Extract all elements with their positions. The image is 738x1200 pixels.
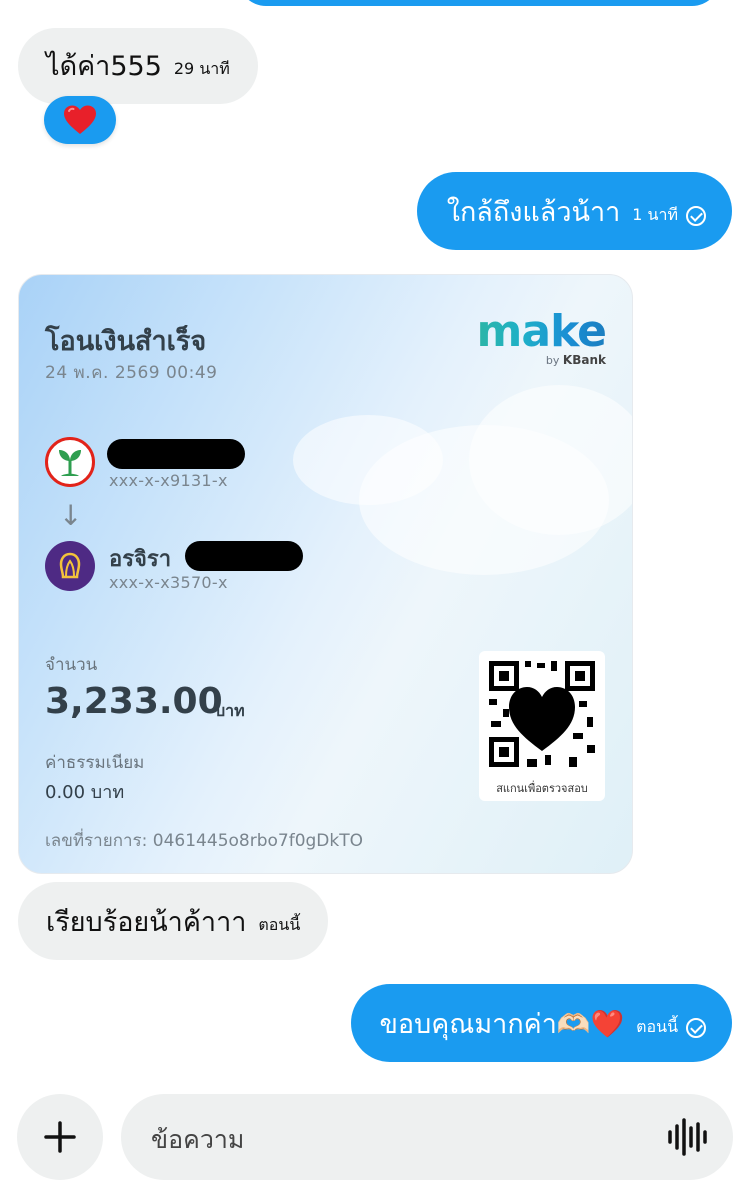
message-text: ใกล้ถึงแล้วน้าา <box>446 197 621 228</box>
make-by-kbank-logo: make by KBank <box>476 306 607 368</box>
redacted-sender-name <box>107 439 245 469</box>
receiver-account-number: xxx-x-x3570-x <box>109 573 228 592</box>
amount-label: จำนวน <box>45 655 98 675</box>
outgoing-message-bubble[interactable]: ขอบคุณมากค่า🫶🏻❤️ ตอนนี้ <box>351 984 732 1062</box>
message-timestamp: ตอนนี้ <box>258 915 301 934</box>
fee-label: ค่าธรรมเนียม <box>45 753 145 773</box>
make-logo-word: make <box>476 306 607 357</box>
plus-icon <box>44 1121 76 1153</box>
message-text: เรียบร้อยน้าค้าาา <box>46 907 247 938</box>
sent-check-icon <box>686 1018 706 1038</box>
incoming-message-bubble[interactable]: เรียบร้อยน้าค้าาา ตอนนี้ <box>18 882 329 960</box>
sender-account-number: xxx-x-x9131-x <box>109 471 228 490</box>
voice-wave-icon[interactable] <box>667 1118 707 1156</box>
message-timestamp: 1 นาที <box>632 205 678 224</box>
incoming-message-bubble[interactable]: ได้ค่า555 29 นาที <box>18 28 258 104</box>
message-timestamp: 29 นาที <box>173 59 230 78</box>
kbank-leaf-icon <box>59 450 81 476</box>
receiver-name: อรจิรา <box>109 547 172 572</box>
message-text: ได้ค่า555 <box>46 51 162 82</box>
outgoing-message-bubble[interactable]: ใกล้ถึงแล้วน้าา 1 นาที <box>416 172 732 250</box>
qr-caption: สแกนเพื่อตรวจสอบ <box>496 782 588 795</box>
heart-reaction-icon <box>64 105 96 134</box>
amount-unit: บาท <box>215 701 245 720</box>
receipt-date: 24 พ.ค. 2569 00:49 <box>45 363 218 383</box>
verification-qr[interactable]: สแกนเพื่อตรวจสอบ <box>479 651 605 801</box>
scb-emblem-icon <box>59 552 81 579</box>
amount-value: 3,233.00 <box>45 681 223 722</box>
redacted-receiver-surname <box>185 541 303 571</box>
fee-value: 0.00 บาท <box>45 782 125 803</box>
qr-code-icon <box>489 661 595 767</box>
kbank-logo-icon <box>45 437 95 487</box>
message-input-placeholder: ข้อความ <box>151 1125 245 1154</box>
scb-logo-icon <box>45 541 95 591</box>
transaction-id: เลขที่รายการ: 0461445o8rbo7f0gDkTO <box>45 831 364 851</box>
logo-by-text: by <box>545 354 560 367</box>
receipt-title: โอนเงินสำเร็จ <box>45 326 207 357</box>
logo-bank-text: KBank <box>562 353 606 367</box>
message-text: ขอบคุณมากค่า🫶🏻❤️ <box>379 1009 625 1040</box>
previous-message-bubble-edge[interactable] <box>238 0 720 6</box>
transfer-receipt-card[interactable]: โอนเงินสำเร็จ 24 พ.ค. 2569 00:49 make by… <box>18 274 633 874</box>
sent-check-icon <box>686 206 706 226</box>
heart-reaction-badge[interactable] <box>44 96 116 144</box>
add-attachment-button[interactable] <box>17 1094 103 1180</box>
arrow-down-icon: ↓ <box>59 499 83 532</box>
message-timestamp: ตอนนี้ <box>636 1017 678 1036</box>
message-input[interactable]: ข้อความ <box>121 1094 733 1180</box>
